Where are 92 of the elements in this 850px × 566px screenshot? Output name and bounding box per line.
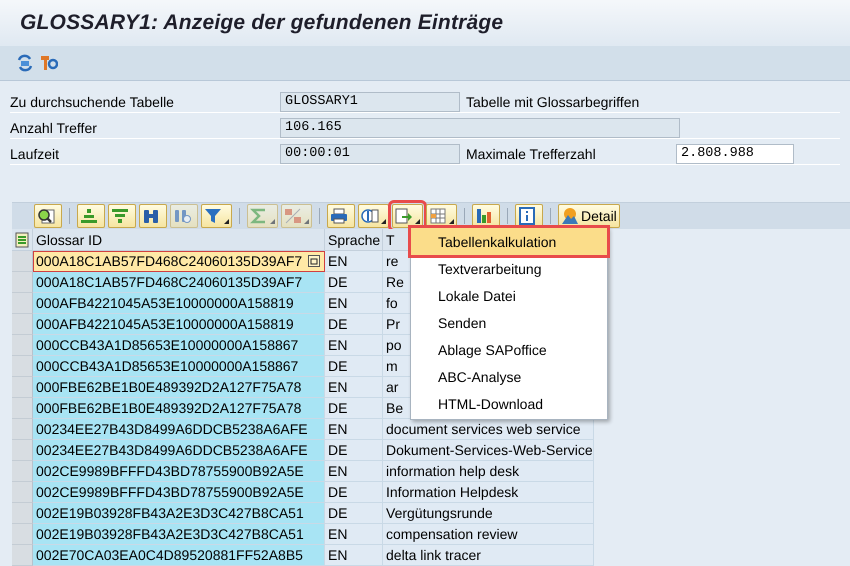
row-selector[interactable] [12,524,33,545]
field-description: Tabelle mit Glossarbegriffen [466,94,640,110]
menu-item[interactable]: Tabellenkalkulation [411,228,607,255]
table-cell: 002CE9989BFFFD43BD78755900B92A5E [33,482,325,503]
table-cell: DE [325,440,383,461]
caret-icon [449,218,454,224]
caret-icon [381,218,386,224]
mountain-icon [561,206,579,225]
magnifier-icon [37,206,55,225]
row-selector[interactable] [12,461,33,482]
table-cell: EN [325,419,383,440]
table-cell: 000CCB43A1D85653E10000000A158867 [33,335,325,356]
table-cell: DE [325,398,383,419]
table-cell: 000A18C1AB57FD468C24060135D39AF7 [33,272,325,293]
table-cell: 002E70CA03EA0C4D89520881FF52A8B5 [33,545,325,566]
caret-icon [224,218,229,224]
filter-icon [204,206,222,225]
table-cell: EN [325,335,383,356]
table-cell: DE [325,482,383,503]
toolbar-button[interactable] [515,204,543,228]
row-selector[interactable] [12,377,33,398]
row-selector[interactable] [12,419,33,440]
table-cell: 000CCB43A1D85653E10000000A158867 [33,356,325,377]
output-field: 106.165 [280,118,680,138]
table-cell: Information Helpdesk [383,482,594,503]
table-cell: document services web service [383,419,594,440]
row-selector[interactable] [12,398,33,419]
table-cell: EN [325,545,383,566]
row-selector[interactable] [12,503,33,524]
table-cell: DE [325,272,383,293]
table-cell: 002CE9989BFFFD43BD78755900B92A5E [33,461,325,482]
table-cell: EN [325,251,383,272]
table-cell: 000FBE62BE1B0E489392D2A127F75A78 [33,377,325,398]
input-field[interactable]: 2.808.988 [676,144,794,164]
window-title: GLOSSARY1: Anzeige der gefundenen Einträge [20,10,504,35]
table-cell: EN [325,293,383,314]
field-label: Maximale Trefferzahl [466,146,597,162]
toolbar-button[interactable] [327,204,355,228]
caret-icon [304,218,309,224]
field-label: Laufzeit [10,146,60,162]
select-all-icon[interactable] [12,229,33,251]
table-cell: 00234EE27B43D8499A6DDCB5238A6AFE [33,440,325,461]
table-cell: 000AFB4221045A53E10000000A158819 [33,293,325,314]
detail-button[interactable]: Detail [558,204,620,228]
caret-icon [270,218,275,224]
toolbar-button[interactable] [34,204,62,228]
table-cell: 000AFB4221045A53E10000000A158819 [33,314,325,335]
bar-chart-icon [475,206,493,225]
table-cell: DE [325,356,383,377]
sort-ascending-icon [80,206,98,225]
table-cell: 00234EE27B43D8499A6DDCB5238A6AFE [33,419,325,440]
sort-descending-icon [111,206,129,225]
row-selector[interactable] [12,482,33,503]
grid-layout-icon [429,206,447,225]
caret-icon [415,218,420,224]
refresh-icon [16,54,34,72]
table-cell: EN [325,461,383,482]
field-label: Anzahl Treffer [10,120,98,136]
table-cell: DE [325,503,383,524]
output-field: 00:00:01 [280,144,460,164]
subtotal-icon [284,206,302,225]
table-cell: delta link tracer [383,545,594,566]
table-cell: 002E19B03928FB43A2E3D3C427B8CA51 [33,524,325,545]
toolbar-button[interactable] [139,204,167,228]
row-selector[interactable] [12,440,33,461]
table-cell: 000A18C1AB57FD468C24060135D39AF7 [33,251,325,272]
export-icon [395,206,413,225]
column-header[interactable]: Glossar ID [33,229,325,251]
info-icon [518,206,536,225]
row-selector[interactable] [12,545,33,566]
row-selector[interactable] [12,272,33,293]
table-cell: information help desk [383,461,594,482]
table-cell: Vergütungsrunde [383,503,594,524]
table-cell: compensation review [383,524,594,545]
toolbar-button[interactable] [358,204,389,228]
column-header[interactable]: Sprache [325,229,383,251]
table-cell: Dokument-Services-Web-Service [383,440,594,461]
row-selector[interactable] [12,335,33,356]
table-cell: 000FBE62BE1B0E489392D2A127F75A78 [33,398,325,419]
table-cell: EN [325,524,383,545]
field-label: Zu durchsuchende Tabelle [10,94,175,110]
output-field: GLOSSARY1 [280,92,460,112]
value-help-icon[interactable] [308,255,320,267]
table-cell: EN [325,377,383,398]
row-selector[interactable] [12,314,33,335]
printer-icon [330,206,348,225]
row-selector[interactable] [12,356,33,377]
document-view-icon [361,206,379,225]
row-selector[interactable] [12,293,33,314]
table-cell: 002E19B03928FB43A2E3D3C427B8CA51 [33,503,325,524]
table-cell: DE [325,314,383,335]
sigma-icon [250,206,268,225]
